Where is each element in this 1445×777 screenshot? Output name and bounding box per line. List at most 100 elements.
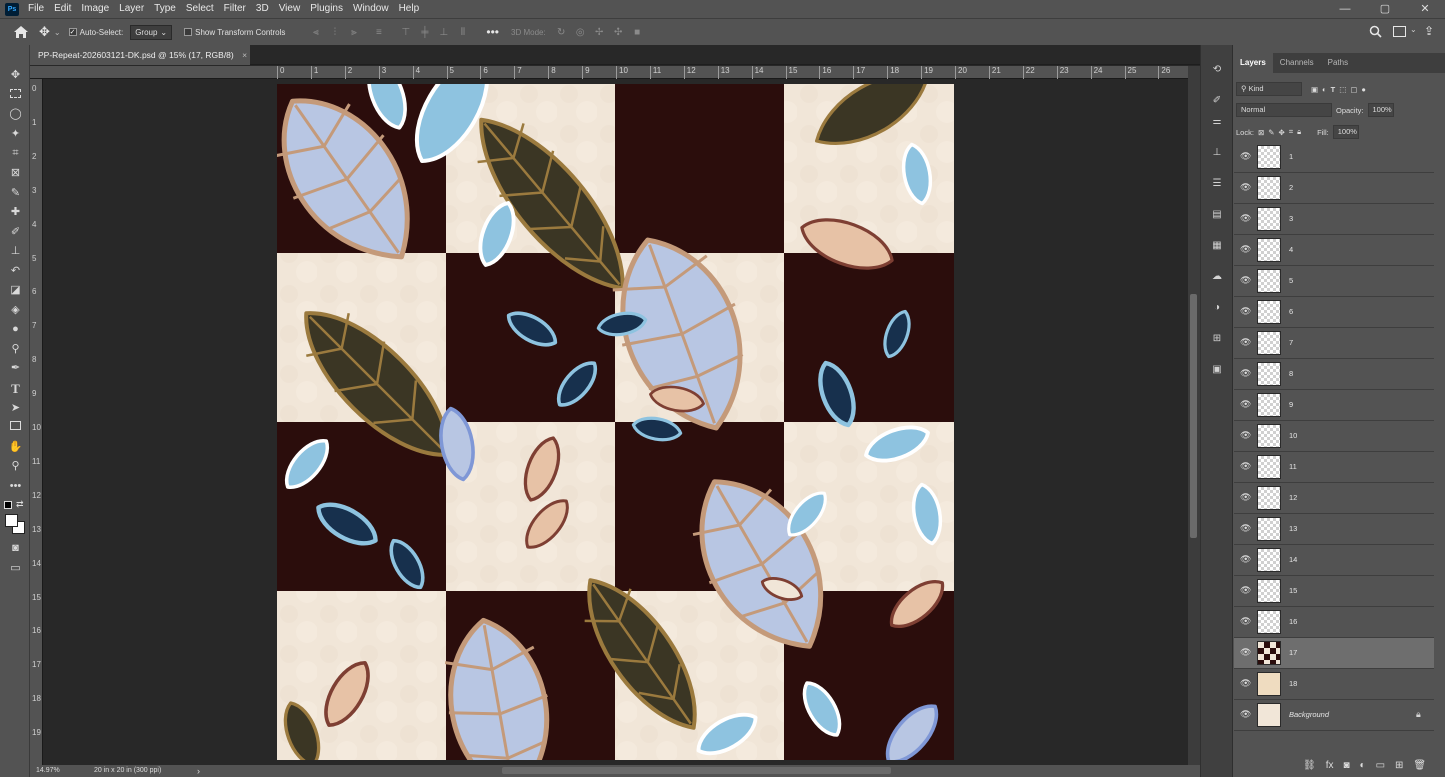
fx-icon[interactable]: fx bbox=[1326, 760, 1334, 771]
align-right-icon[interactable]: ⫸ bbox=[348, 27, 359, 38]
layer-row[interactable]: 👁︎ 8 bbox=[1234, 359, 1434, 390]
lock-position-icon[interactable]: ✥ bbox=[1279, 128, 1285, 137]
screen-mode-icon[interactable]: ▭ bbox=[8, 561, 23, 576]
align-middle-icon[interactable]: ╪ bbox=[419, 27, 430, 38]
filter-kind-select[interactable]: ⚲ Kind bbox=[1236, 82, 1302, 96]
3d-pan-icon[interactable]: ✢ bbox=[594, 27, 605, 38]
filter-smart-object-icon[interactable]: ▢ bbox=[1350, 85, 1357, 94]
visibility-eye-icon[interactable]: 👁︎ bbox=[1240, 183, 1251, 192]
menu-layer[interactable]: Layer bbox=[114, 0, 149, 18]
mask-icon[interactable]: ◙ bbox=[1343, 760, 1349, 771]
crop-tool-icon[interactable]: ⌗ bbox=[8, 146, 23, 161]
close-tab-icon[interactable]: × bbox=[242, 50, 247, 60]
filter-pixel-icon[interactable]: ▣ bbox=[1311, 85, 1318, 94]
align-center-icon[interactable]: ⫶ bbox=[329, 27, 340, 38]
marquee-tool-icon[interactable] bbox=[8, 88, 23, 103]
lock-image-icon[interactable]: ✎ bbox=[1268, 128, 1274, 137]
link-layers-icon[interactable]: ⛓ bbox=[1303, 760, 1316, 771]
filter-toggle-icon[interactable]: ● bbox=[1361, 85, 1366, 94]
lock-all-icon[interactable]: 🔒︎ bbox=[1297, 127, 1301, 137]
close-window-button[interactable]: ✕ bbox=[1405, 0, 1445, 18]
foreground-color-swatch[interactable] bbox=[5, 514, 18, 527]
tab-paths[interactable]: Paths bbox=[1321, 53, 1355, 73]
new-layer-icon[interactable]: ⊞ bbox=[1395, 760, 1403, 771]
lock-transparent-icon[interactable]: ⊠ bbox=[1258, 128, 1264, 137]
lasso-tool-icon[interactable]: ◯ bbox=[8, 107, 23, 122]
move-tool-icon[interactable]: ✥ bbox=[39, 24, 50, 40]
layer-row[interactable]: 👁︎ 12 bbox=[1234, 483, 1434, 514]
menu-file[interactable]: File bbox=[23, 0, 49, 18]
minimize-button[interactable]: — bbox=[1325, 0, 1365, 18]
3d-roll-icon[interactable]: ◎ bbox=[575, 27, 586, 38]
layer-row[interactable]: 👁︎ 4 bbox=[1234, 235, 1434, 266]
adjustments-icon[interactable]: ◑ bbox=[1210, 301, 1224, 315]
libraries-icon[interactable]: ☁ bbox=[1210, 270, 1224, 284]
group-folder-icon[interactable]: ▭ bbox=[1376, 760, 1385, 771]
visibility-eye-icon[interactable]: 👁︎ bbox=[1240, 276, 1251, 285]
quick-mask-icon[interactable]: ◙ bbox=[8, 541, 23, 556]
type-tool-icon[interactable]: T bbox=[8, 381, 23, 396]
menu-type[interactable]: Type bbox=[149, 0, 181, 18]
distribute-vertical-icon[interactable]: ⦀ bbox=[457, 27, 468, 38]
layer-row[interactable]: 👁︎ 9 bbox=[1234, 390, 1434, 421]
document-tab[interactable]: PP-Repeat-202603121-DK.psd @ 15% (17, RG… bbox=[30, 45, 250, 65]
menu-plugins[interactable]: Plugins bbox=[305, 0, 348, 18]
visibility-eye-icon[interactable]: 👁︎ bbox=[1240, 462, 1251, 471]
visibility-eye-icon[interactable]: 👁︎ bbox=[1240, 493, 1251, 502]
visibility-eye-icon[interactable]: 👁︎ bbox=[1240, 586, 1251, 595]
frame-tool-icon[interactable]: ⊠ bbox=[8, 166, 23, 181]
swap-colors-icon[interactable]: ⇄ bbox=[16, 499, 24, 510]
layer-row[interactable]: 👁︎ 2 bbox=[1234, 173, 1434, 204]
layer-row[interactable]: 👁︎ 11 bbox=[1234, 452, 1434, 483]
default-colors-icon[interactable] bbox=[4, 501, 12, 509]
workspace-icon[interactable] bbox=[1393, 26, 1406, 37]
styles-icon[interactable]: ▣ bbox=[1210, 363, 1224, 377]
eyedropper-icon[interactable]: ✎ bbox=[8, 186, 23, 201]
brush-settings-icon[interactable]: ✐ bbox=[1210, 94, 1224, 108]
fill-input[interactable]: 100% bbox=[1332, 125, 1359, 139]
3d-orbit-icon[interactable]: ↻ bbox=[556, 27, 567, 38]
align-left-icon[interactable]: ⫷ bbox=[310, 27, 321, 38]
path-selection-icon[interactable]: ➤ bbox=[8, 401, 23, 416]
layer-row[interactable]: 👁︎ 10 bbox=[1234, 421, 1434, 452]
pen-tool-icon[interactable]: ✒ bbox=[8, 361, 23, 376]
brush-tool-icon[interactable]: ✐ bbox=[8, 225, 23, 240]
blur-tool-icon[interactable]: ● bbox=[8, 322, 23, 337]
more-options-icon[interactable]: ••• bbox=[486, 25, 499, 39]
move-tool-icon[interactable]: ✥ bbox=[8, 68, 23, 83]
3d-scale-icon[interactable]: ■ bbox=[632, 27, 643, 38]
layer-row[interactable]: 👁︎ 6 bbox=[1234, 297, 1434, 328]
visibility-eye-icon[interactable]: 👁︎ bbox=[1240, 400, 1251, 409]
layer-row[interactable]: 👁︎ 15 bbox=[1234, 576, 1434, 607]
layer-row[interactable]: 👁︎ 16 bbox=[1234, 607, 1434, 638]
menu-3d[interactable]: 3D bbox=[251, 0, 274, 18]
layer-row[interactable]: 👁︎ 13 bbox=[1234, 514, 1434, 545]
paint-bucket-icon[interactable]: ◈ bbox=[8, 303, 23, 318]
clone-source-icon[interactable]: ⊥ bbox=[1210, 146, 1224, 160]
chevron-down-icon[interactable]: ⌄ bbox=[54, 28, 61, 37]
visibility-eye-icon[interactable]: 👁︎ bbox=[1240, 431, 1251, 440]
properties-icon[interactable]: ☰ bbox=[1210, 177, 1224, 191]
filter-type-icon[interactable]: T bbox=[1331, 85, 1336, 94]
visibility-eye-icon[interactable]: 👁︎ bbox=[1240, 307, 1251, 316]
gradients-icon[interactable]: ▤ bbox=[1210, 208, 1224, 222]
adjustment-layer-icon[interactable]: ◐ bbox=[1360, 760, 1366, 771]
swatches-icon[interactable]: ▦ bbox=[1210, 239, 1224, 253]
eraser-icon[interactable]: ◪ bbox=[8, 283, 23, 298]
visibility-eye-icon[interactable]: 👁︎ bbox=[1240, 679, 1251, 688]
visibility-eye-icon[interactable]: 👁︎ bbox=[1240, 524, 1251, 533]
distribute-horizontal-icon[interactable]: ≡ bbox=[373, 27, 384, 38]
auto-select-checkbox[interactable]: ✓ Auto-Select: bbox=[68, 28, 123, 37]
visibility-eye-icon[interactable]: 👁︎ bbox=[1240, 555, 1251, 564]
show-transform-checkbox[interactable]: Show Transform Controls bbox=[184, 28, 285, 37]
filter-shape-icon[interactable]: ⬚ bbox=[1339, 85, 1346, 94]
hand-tool-icon[interactable]: ✋ bbox=[8, 440, 23, 455]
lock-artboard-icon[interactable]: ⌗ bbox=[1289, 127, 1293, 137]
maximize-button[interactable]: ▢ bbox=[1365, 0, 1405, 18]
visibility-eye-icon[interactable]: 👁︎ bbox=[1240, 338, 1251, 347]
auto-select-dropdown[interactable]: Group ⌄ bbox=[130, 24, 173, 40]
tab-channels[interactable]: Channels bbox=[1273, 53, 1321, 73]
tab-layers[interactable]: Layers bbox=[1233, 53, 1273, 73]
zoom-level[interactable]: 14.97% bbox=[36, 765, 60, 777]
menu-image[interactable]: Image bbox=[76, 0, 114, 18]
